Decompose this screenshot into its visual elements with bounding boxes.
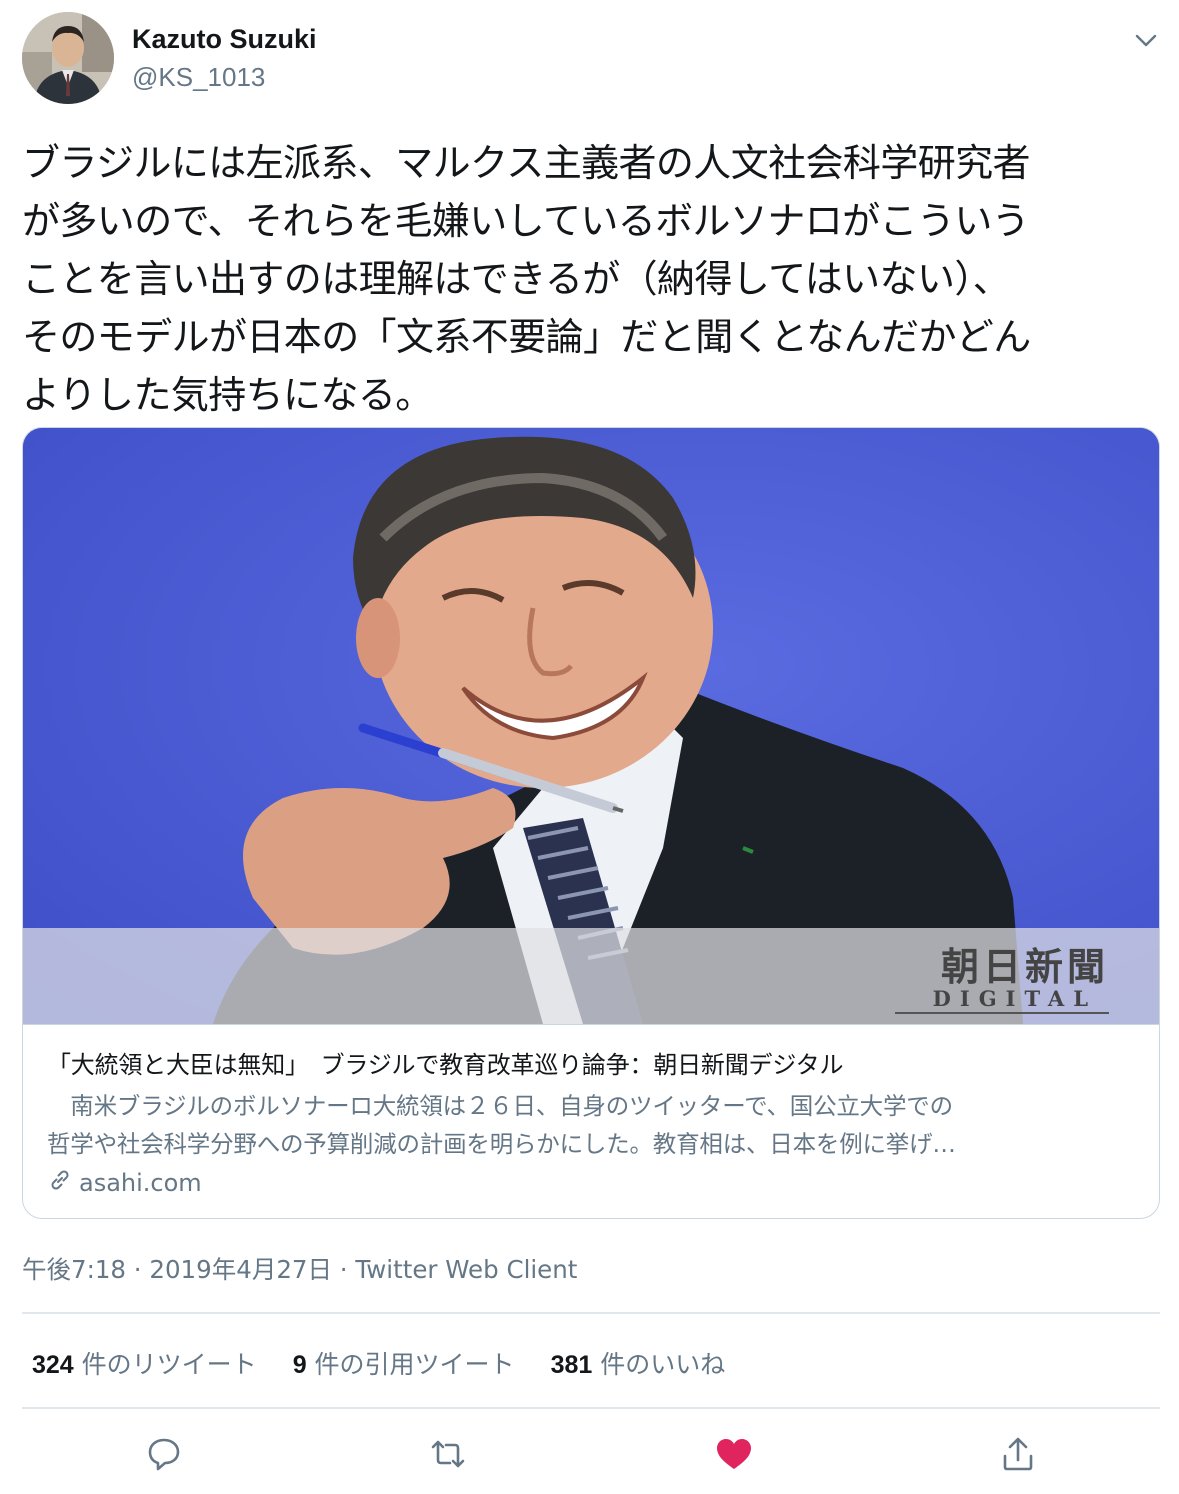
likes-stat[interactable]: 381 件のいいね: [551, 1345, 726, 1381]
card-image[interactable]: 朝日新聞 DIGITAL: [23, 428, 1159, 1024]
retweet-icon[interactable]: [428, 1434, 468, 1474]
link-card[interactable]: 朝日新聞 DIGITAL 「大統領と大臣は無知」 ブラジルで教育改革巡り論争：朝…: [22, 427, 1160, 1219]
tweet-text-line: が多いので、それらを毛嫌いしているボルソナロがこういう: [22, 199, 1030, 243]
author-handle[interactable]: @KS_1013: [132, 62, 265, 93]
reply-icon[interactable]: [144, 1434, 184, 1474]
likes-label: 件のいいね: [600, 1350, 726, 1379]
share-icon[interactable]: [998, 1434, 1038, 1474]
tweet-timestamp[interactable]: 午後7:18 · 2019年4月27日 · Twitter Web Client: [22, 1251, 577, 1286]
tweet-header: Kazuto Suzuki @KS_1013: [22, 12, 1162, 106]
card-body[interactable]: 「大統領と大臣は無知」 ブラジルで教育改革巡り論争：朝日新聞デジタル 南米ブラジ…: [23, 1024, 1159, 1218]
retweets-label: 件のリツイート: [81, 1350, 257, 1379]
retweets-count: 324: [32, 1351, 74, 1379]
asahi-logo-text: 朝日新聞: [940, 944, 1109, 989]
chevron-down-icon[interactable]: [1130, 24, 1162, 56]
card-domain-text: asahi.com: [79, 1169, 202, 1197]
retweets-stat[interactable]: 324 件のリツイート: [32, 1345, 257, 1381]
card-domain[interactable]: asahi.com: [47, 1167, 202, 1199]
quotes-stat[interactable]: 9 件の引用ツイート: [293, 1345, 515, 1381]
tweet-text: ブラジルには左派系、マルクス主義者の人文社会科学研究者 が多いので、それらを毛嫌…: [22, 134, 1162, 424]
tweet-text-line: ことを言い出すのは理解はできるが（納得してはいない）、: [22, 257, 1011, 301]
card-description: 南米ブラジルのボルソナーロ大統領は２６日、自身のツイッターで、国公立大学での 哲…: [47, 1087, 1141, 1163]
quotes-label: 件の引用ツイート: [314, 1350, 515, 1379]
card-description-line: 南米ブラジルのボルソナーロ大統領は２６日、自身のツイッターで、国公立大学での: [47, 1092, 953, 1120]
tweet-text-line: そのモデルが日本の「文系不要論」だと聞くとなんだかどん: [22, 315, 1031, 359]
tweet-actions: [22, 1420, 1160, 1490]
link-icon: [47, 1167, 73, 1199]
tweet-text-line: ブラジルには左派系、マルクス主義者の人文社会科学研究者: [22, 141, 1031, 185]
tweet-stats: 324 件のリツイート 9 件の引用ツイート 381 件のいいね: [32, 1345, 725, 1381]
asahi-logo-subtext: DIGITAL: [932, 986, 1097, 1011]
card-description-line: 哲学や社会科学分野への予算削減の計画を明らかにした。教育相は、日本を例に挙げ…: [47, 1130, 956, 1158]
author-name[interactable]: Kazuto Suzuki: [132, 24, 317, 55]
divider: [22, 1312, 1160, 1314]
heart-icon[interactable]: [714, 1434, 754, 1474]
logo-rule: [895, 1012, 1109, 1014]
avatar[interactable]: [22, 12, 114, 104]
card-title[interactable]: 「大統領と大臣は無知」 ブラジルで教育改革巡り論争：朝日新聞デジタル: [47, 1045, 843, 1080]
quotes-count: 9: [292, 1351, 307, 1379]
tweet-text-line: よりした気持ちになる。: [22, 373, 433, 417]
divider: [22, 1407, 1160, 1409]
likes-count: 381: [550, 1351, 593, 1379]
